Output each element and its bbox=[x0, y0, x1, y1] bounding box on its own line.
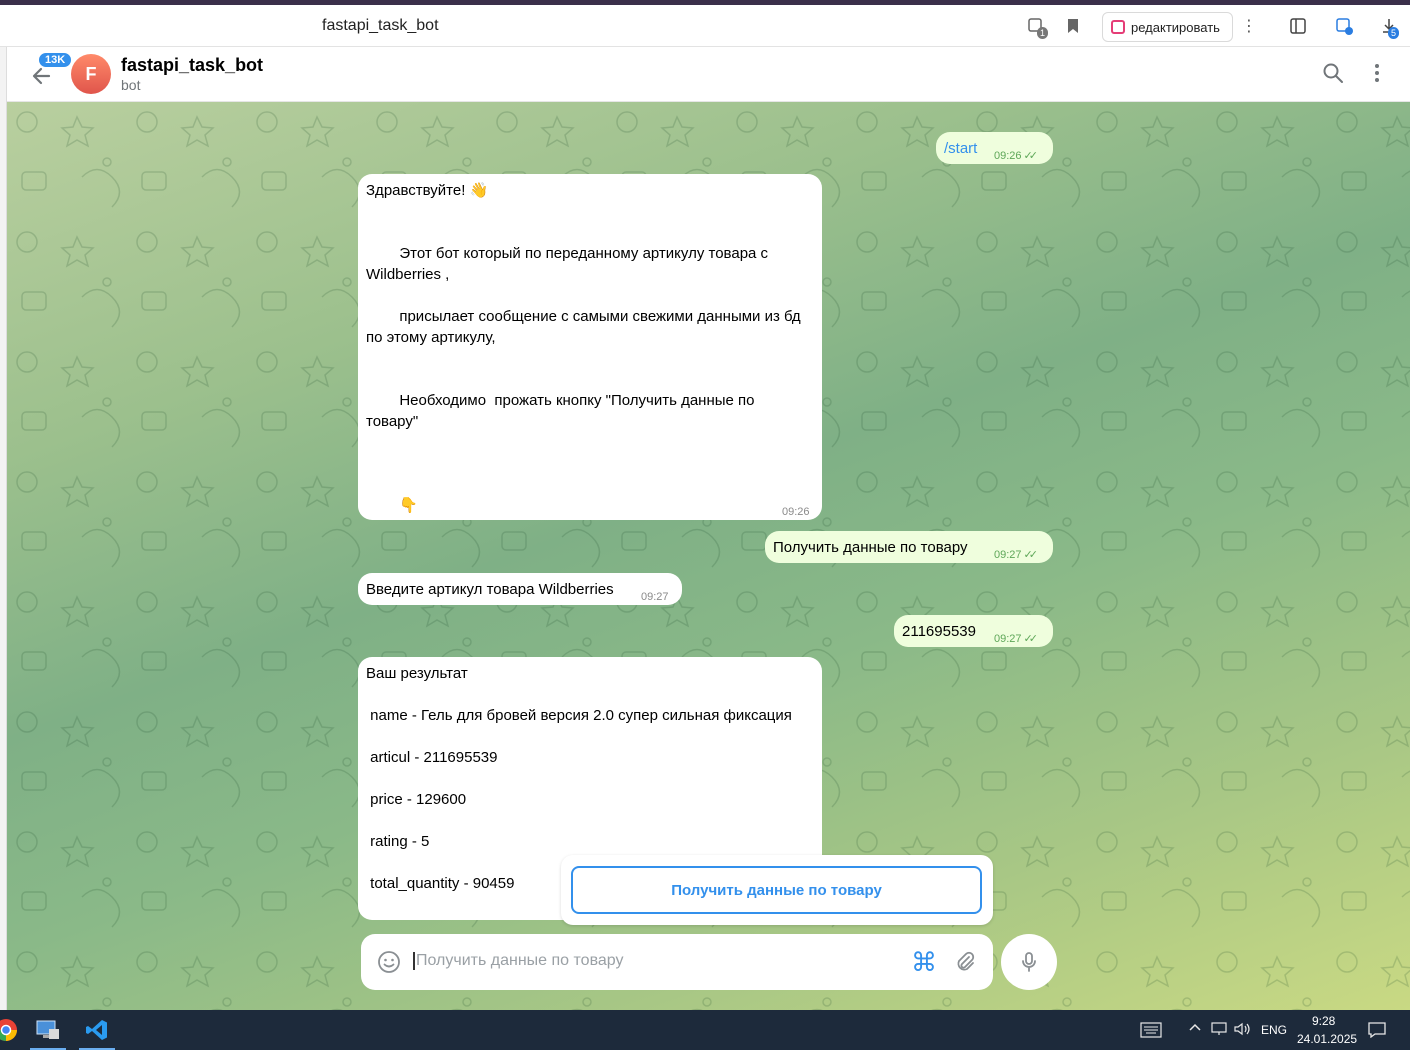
message-time-value: 09:27 bbox=[994, 549, 1022, 561]
read-ticks-icon: ✓✓ bbox=[1023, 549, 1039, 561]
message-outgoing[interactable]: Получить данные по товару 09:27 ✓✓ bbox=[765, 531, 1053, 563]
vscode-taskbar-icon[interactable] bbox=[77, 1014, 117, 1050]
keyboard-layout-icon[interactable] bbox=[1140, 1022, 1162, 1041]
browser-address-bar: fastapi_task_bot 1 редактировать ⋮ 5 bbox=[0, 5, 1410, 47]
bot-command-icon[interactable]: ⌘ bbox=[911, 948, 937, 976]
chat-header: 13K F fastapi_task_bot bot bbox=[7, 47, 1410, 102]
downloads-badge: 5 bbox=[1388, 27, 1400, 39]
volume-icon[interactable] bbox=[1234, 1022, 1250, 1039]
notifications-icon[interactable] bbox=[1368, 1022, 1386, 1041]
message-time-value: 09:26 bbox=[994, 150, 1022, 162]
message-time: 09:27 ✓✓ bbox=[994, 629, 1039, 650]
browser-page-title: fastapi_task_bot bbox=[322, 17, 439, 34]
message-time: 09:26 ✓✓ bbox=[994, 146, 1039, 167]
chrome-taskbar-icon[interactable] bbox=[0, 1014, 26, 1046]
language-indicator[interactable]: ENG bbox=[1261, 1023, 1287, 1037]
message-text: 211695539 bbox=[902, 623, 976, 640]
chat-messages-area: /start 09:26 ✓✓ Здравствуйте! 👋 Этот бот … bbox=[7, 102, 1410, 1010]
message-time-value: 09:27 bbox=[994, 633, 1022, 645]
message-outgoing[interactable]: 211695539 09:27 ✓✓ bbox=[894, 615, 1053, 647]
attach-icon[interactable] bbox=[953, 950, 977, 974]
pen-icon bbox=[1111, 20, 1125, 34]
message-incoming[interactable]: Здравствуйте! 👋 Этот бот который по пере… bbox=[358, 174, 822, 520]
emoji-icon[interactable] bbox=[377, 950, 401, 974]
translate-icon[interactable]: 1 bbox=[1025, 15, 1049, 39]
microphone-icon bbox=[1022, 952, 1036, 972]
message-time: 09:26 bbox=[782, 506, 810, 518]
browser-menu-icon[interactable]: ⋮ bbox=[1238, 15, 1260, 37]
search-icon[interactable] bbox=[1321, 61, 1347, 87]
chat-title[interactable]: fastapi_task_bot bbox=[121, 55, 263, 76]
message-text: Введите артикул товара Wildberries bbox=[366, 581, 614, 598]
message-text[interactable]: /start bbox=[944, 138, 977, 159]
message-incoming[interactable]: Введите артикул товара Wildberries 09:27 bbox=[358, 573, 682, 605]
read-ticks-icon: ✓✓ bbox=[1023, 633, 1039, 645]
extension-icon[interactable] bbox=[1333, 15, 1355, 37]
chevron-up-icon[interactable] bbox=[1188, 1020, 1202, 1037]
avatar[interactable]: F bbox=[71, 54, 111, 94]
message-time: 09:27 ✓✓ bbox=[994, 545, 1039, 566]
network-icon[interactable] bbox=[1211, 1022, 1227, 1039]
reply-keyboard: Получить данные по товару bbox=[561, 855, 993, 925]
message-text: Получить данные по товару bbox=[773, 539, 968, 556]
message-outgoing[interactable]: /start 09:26 ✓✓ bbox=[936, 132, 1053, 164]
get-product-data-button[interactable]: Получить данные по товару bbox=[571, 866, 982, 914]
taskbar: ENG 9:28 24.01.2025 bbox=[0, 1010, 1410, 1050]
microphone-button[interactable] bbox=[1001, 934, 1057, 990]
translate-badge: 1 bbox=[1037, 27, 1049, 39]
edit-button-label: редактировать bbox=[1131, 19, 1220, 35]
unread-count-badge: 13K bbox=[37, 51, 74, 69]
remote-desktop-taskbar-icon[interactable] bbox=[28, 1014, 68, 1050]
edit-button[interactable]: редактировать bbox=[1102, 12, 1233, 42]
reading-list-icon[interactable] bbox=[1287, 15, 1309, 37]
chat-subtitle: bot bbox=[121, 77, 141, 93]
message-text: Здравствуйте! 👋 Этот бот который по пере… bbox=[366, 182, 801, 514]
message-input[interactable]: Получить данные по товару bbox=[413, 952, 624, 970]
clock-date[interactable]: 24.01.2025 bbox=[1297, 1032, 1357, 1046]
clock-time[interactable]: 9:28 bbox=[1312, 1014, 1335, 1028]
read-ticks-icon: ✓✓ bbox=[1023, 150, 1039, 162]
left-panel-edge bbox=[0, 47, 7, 1010]
message-composer: Получить данные по товару ⌘ bbox=[361, 934, 993, 990]
message-time: 09:27 bbox=[641, 591, 669, 603]
downloads-icon[interactable]: 5 bbox=[1378, 15, 1400, 39]
more-vertical-icon[interactable] bbox=[1365, 61, 1391, 87]
bookmark-icon[interactable] bbox=[1062, 15, 1084, 37]
